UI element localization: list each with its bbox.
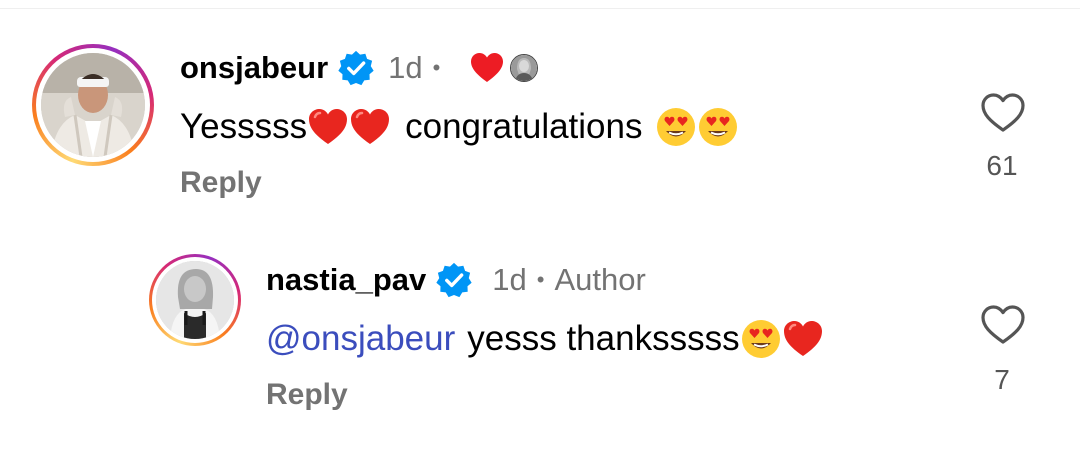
username[interactable]: nastia_pav xyxy=(266,262,426,298)
creator-avatar xyxy=(510,54,539,82)
creator-liked-heart-icon xyxy=(470,52,504,84)
heart-eyes-emoji-icon xyxy=(740,318,782,360)
comment-meta: onsjabeur 1d • xyxy=(180,50,539,86)
comment-text: @onsjabeur yesss thanksssss xyxy=(266,318,824,360)
reply-button[interactable]: Reply xyxy=(266,378,348,412)
like-heart-icon[interactable] xyxy=(980,92,1026,134)
reply-button[interactable]: Reply xyxy=(180,166,262,200)
heart-eyes-emoji-icon xyxy=(697,106,739,148)
verified-badge-icon xyxy=(338,50,374,86)
username[interactable]: onsjabeur xyxy=(180,50,328,86)
separator-dot: • xyxy=(536,267,545,292)
comment-text-part: Yesssss xyxy=(180,107,308,146)
red-heart-emoji-icon xyxy=(349,106,391,148)
comment-meta: nastia_pav 1d • Author xyxy=(266,262,646,298)
verified-badge-icon xyxy=(436,262,472,298)
like-heart-icon[interactable] xyxy=(980,304,1026,346)
red-heart-emoji-icon xyxy=(307,106,349,148)
like-count: 7 xyxy=(994,364,1010,395)
avatar[interactable] xyxy=(149,254,241,346)
mention-link[interactable]: @onsjabeur xyxy=(266,319,455,359)
avatar-photo xyxy=(41,53,145,157)
timestamp: 1d xyxy=(492,262,527,297)
separator-dot: • xyxy=(432,55,441,80)
like-count: 61 xyxy=(986,150,1018,181)
red-heart-emoji-icon xyxy=(782,318,824,360)
top-divider xyxy=(0,8,1080,9)
avatar-photo xyxy=(156,261,234,339)
timestamp: 1d xyxy=(388,50,423,85)
comment-text-part: congratulations xyxy=(405,107,643,146)
author-label: Author xyxy=(554,262,646,297)
heart-eyes-emoji-icon xyxy=(655,106,697,148)
comment-text-part: yesss thanksssss xyxy=(467,319,740,358)
comment-text: Yesssss congratulations xyxy=(180,106,739,148)
avatar[interactable] xyxy=(32,44,154,166)
